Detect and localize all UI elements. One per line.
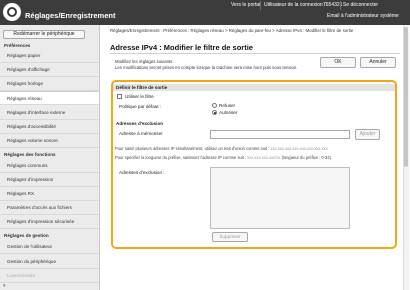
- policy-deny-label: Refuser: [219, 103, 236, 108]
- breadcrumb[interactable]: Réglages/Enregistrement : Préférences : …: [110, 28, 400, 34]
- sidebar-section-management: Réglages de gestion: [4, 233, 49, 238]
- exceptions-heading: Adresses d'exclusion: [116, 121, 164, 126]
- home-logo-icon[interactable]: [3, 3, 21, 21]
- portal-link[interactable]: Vers le portail: [231, 2, 261, 8]
- add-button[interactable]: Ajouter: [355, 129, 380, 140]
- top-divider: [260, 1, 261, 10]
- sidebar-item-network[interactable]: Réglages réseau: [0, 91, 99, 105]
- delete-button[interactable]: Supprimer: [212, 232, 248, 242]
- instruction-text: Les modifications seront prises en compt…: [115, 65, 298, 70]
- login-user-label: Utilisateur de la connexion :: [264, 2, 326, 8]
- section-header-filter: Définir le filtre de sortie: [113, 84, 395, 91]
- default-policy-label: Politique par défaut :: [119, 104, 162, 109]
- cancel-button[interactable]: Annuler: [360, 57, 396, 68]
- logout-link[interactable]: Se déconnecter: [343, 2, 378, 8]
- sidebar-item-clock[interactable]: Réglages horloge: [0, 77, 99, 91]
- sidebar-item-device-management[interactable]: Gestion du périphérique: [0, 255, 99, 269]
- instruction-text: Modifiez les réglages suivants.: [115, 59, 174, 64]
- sidebar-item-license[interactable]: Licence/Autre: [0, 269, 99, 283]
- title-divider: [110, 53, 400, 54]
- use-filter-checkbox[interactable]: [117, 94, 122, 99]
- ok-button[interactable]: OK: [320, 57, 356, 68]
- address-to-store-label: Adresse à mémoriser: [119, 131, 163, 136]
- exclusion-address-list[interactable]: [210, 167, 350, 229]
- sidebar-item-common[interactable]: Réglages communs: [0, 159, 99, 173]
- sidebar-section-preferences: Préférences: [4, 43, 31, 48]
- sidebar-item-volume[interactable]: Réglages volume sonore: [0, 134, 99, 148]
- sidebar-item-printing[interactable]: Réglages d'impression: [0, 173, 99, 187]
- policy-deny-radio[interactable]: [212, 103, 217, 108]
- sidebar-item-display[interactable]: Réglages d'affichage: [0, 63, 99, 77]
- page-scrollbar-thumb[interactable]: [404, 27, 408, 167]
- exclusion-list-label: Adresses d'exclusion :: [119, 170, 165, 175]
- page-title: Adresse IPv4 : Modifier le filtre de sor…: [110, 43, 253, 52]
- policy-allow-radio[interactable]: [212, 110, 217, 115]
- top-divider: [340, 1, 341, 10]
- use-filter-label: Utiliser le filtre: [125, 94, 154, 99]
- sidebar-item-rx[interactable]: Réglages RX: [0, 187, 99, 201]
- sidebar-item-file-access[interactable]: Paramètres d'accès aux fichiers: [0, 201, 99, 215]
- range-note: Pour saisir plusieurs adresses IP simult…: [115, 146, 328, 151]
- sidebar-item-user-management[interactable]: Gestion de l'utilisateur: [0, 240, 99, 254]
- sidebar-section-functions: Réglages des fonctions: [4, 152, 56, 157]
- address-input[interactable]: [210, 130, 350, 139]
- sidebar-item-accessibility[interactable]: Réglages d'accessibilité: [0, 120, 99, 134]
- sidebar-item-paper[interactable]: Réglages papier: [0, 49, 99, 63]
- email-admin-link[interactable]: Email à l'administrateur système: [327, 13, 399, 19]
- app-title: Réglages/Enregistrement: [25, 11, 116, 20]
- sidebar-item-secure-print[interactable]: Réglages d'impression sécurisée: [0, 215, 99, 229]
- policy-allow-label: Autoriser: [219, 110, 238, 115]
- restart-device-button[interactable]: Redémarrer le périphérique: [3, 30, 85, 39]
- chevron-down-icon[interactable]: ▾: [3, 283, 6, 289]
- sidebar-item-external-interface[interactable]: Réglages d'interface externe: [0, 106, 99, 120]
- prefix-note: Pour spécifier la longueur du préfixe, s…: [115, 155, 333, 160]
